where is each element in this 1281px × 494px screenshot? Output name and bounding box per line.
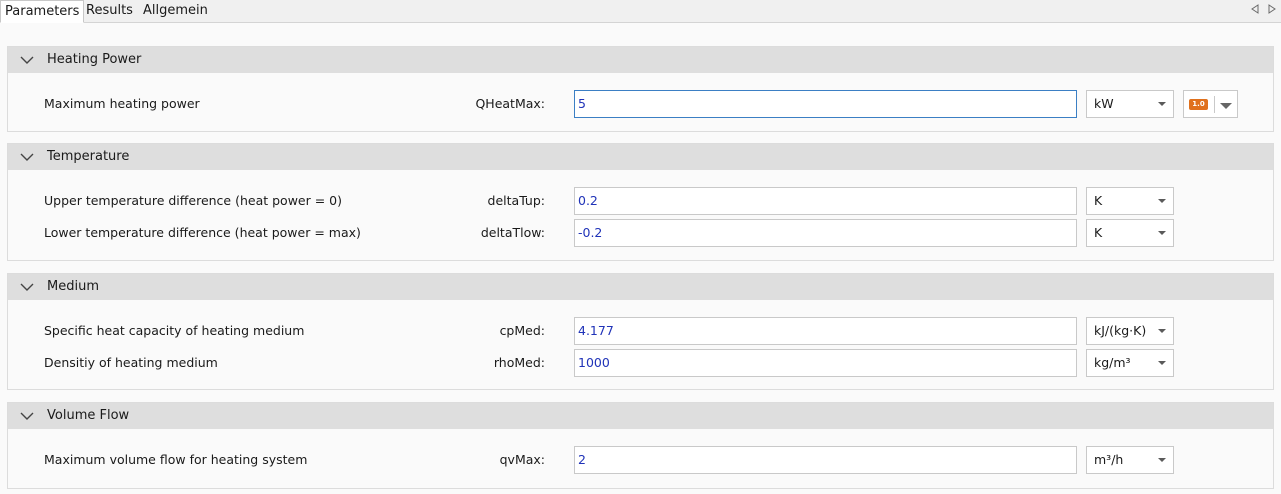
param-description: Maximum heating power bbox=[44, 96, 200, 111]
param-name: QHeatMax: bbox=[475, 96, 545, 111]
param-description: Maximum volume flow for heating system bbox=[44, 452, 308, 467]
group-title: Volume Flow bbox=[47, 408, 130, 423]
param-row-qvmax: Maximum volume flow for heating system q… bbox=[8, 446, 1273, 474]
parameters-panel: Heating Power Maximum heating power QHea… bbox=[0, 23, 1281, 494]
tab-bar: Parameters Results Allgemein bbox=[0, 0, 1281, 23]
dropdown-arrow-icon bbox=[1220, 103, 1232, 109]
param-row-rhomed: Densitiy of heating medium rhoMed: 1000 … bbox=[8, 349, 1273, 377]
unit-dropdown[interactable]: kW bbox=[1086, 90, 1174, 118]
value-input[interactable]: 2 bbox=[574, 446, 1077, 474]
unit-label: K bbox=[1094, 193, 1103, 208]
triangle-right-icon[interactable] bbox=[1267, 4, 1277, 16]
param-description: Upper temperature difference (heat power… bbox=[44, 193, 342, 208]
unit-dropdown[interactable]: kg/m³ bbox=[1086, 349, 1174, 377]
group-header[interactable]: Medium bbox=[8, 274, 1273, 300]
dropdown-arrow-icon bbox=[1158, 199, 1166, 203]
group-volume-flow: Volume Flow Maximum volume flow for heat… bbox=[7, 402, 1274, 489]
param-row-qheatmax: Maximum heating power QHeatMax: 5 kW 1.0 bbox=[8, 90, 1273, 118]
chevron-down-icon[interactable] bbox=[20, 282, 34, 292]
value-mode-dropdown[interactable]: 1.0 bbox=[1183, 90, 1238, 118]
unit-label: kg/m³ bbox=[1094, 355, 1131, 370]
value-input[interactable]: 0.2 bbox=[574, 187, 1077, 215]
constant-value-icon: 1.0 bbox=[1189, 99, 1208, 110]
chevron-down-icon[interactable] bbox=[20, 55, 34, 65]
unit-label: m³/h bbox=[1094, 452, 1124, 467]
param-name: deltaTlow: bbox=[480, 225, 545, 240]
group-title: Temperature bbox=[47, 149, 130, 164]
unit-label: kJ/(kg·K) bbox=[1094, 323, 1147, 338]
chevron-down-icon[interactable] bbox=[20, 411, 34, 421]
unit-label: K bbox=[1094, 225, 1103, 240]
dropdown-arrow-icon bbox=[1158, 458, 1166, 462]
param-description: Specific heat capacity of heating medium bbox=[44, 323, 305, 338]
group-heating-power: Heating Power Maximum heating power QHea… bbox=[7, 46, 1274, 132]
chevron-down-icon[interactable] bbox=[20, 152, 34, 162]
param-name: cpMed: bbox=[499, 323, 545, 338]
unit-dropdown[interactable]: K bbox=[1086, 219, 1174, 247]
value-input[interactable]: 5 bbox=[574, 90, 1077, 118]
unit-dropdown[interactable]: m³/h bbox=[1086, 446, 1174, 474]
group-title: Heating Power bbox=[47, 52, 142, 67]
group-temperature: Temperature Upper temperature difference… bbox=[7, 143, 1274, 261]
group-header[interactable]: Heating Power bbox=[8, 47, 1273, 73]
unit-label: kW bbox=[1094, 96, 1114, 111]
tab-parameters[interactable]: Parameters bbox=[0, 0, 85, 23]
param-name: qvMax: bbox=[499, 452, 545, 467]
divider bbox=[1214, 96, 1215, 113]
param-row-deltatlow: Lower temperature difference (heat power… bbox=[8, 219, 1273, 247]
group-medium: Medium Specific heat capacity of heating… bbox=[7, 273, 1274, 390]
unit-dropdown[interactable]: K bbox=[1086, 187, 1174, 215]
param-row-cpmed: Specific heat capacity of heating medium… bbox=[8, 317, 1273, 345]
param-name: rhoMed: bbox=[493, 355, 545, 370]
group-title: Medium bbox=[47, 279, 99, 294]
value-input[interactable]: 4.177 bbox=[574, 317, 1077, 345]
triangle-left-icon[interactable] bbox=[1250, 4, 1260, 16]
group-header[interactable]: Volume Flow bbox=[8, 403, 1273, 429]
param-description: Lower temperature difference (heat power… bbox=[44, 225, 361, 240]
unit-dropdown[interactable]: kJ/(kg·K) bbox=[1086, 317, 1174, 345]
tab-results[interactable]: Results bbox=[82, 0, 137, 23]
dropdown-arrow-icon bbox=[1158, 329, 1166, 333]
param-row-deltatup: Upper temperature difference (heat power… bbox=[8, 187, 1273, 215]
value-input[interactable]: 1000 bbox=[574, 349, 1077, 377]
value-input[interactable]: -0.2 bbox=[574, 219, 1077, 247]
tab-allgemein[interactable]: Allgemein bbox=[139, 0, 212, 23]
dropdown-arrow-icon bbox=[1158, 102, 1166, 106]
group-header[interactable]: Temperature bbox=[8, 144, 1273, 170]
param-description: Densitiy of heating medium bbox=[44, 355, 218, 370]
dropdown-arrow-icon bbox=[1158, 361, 1166, 365]
param-name: deltaTup: bbox=[487, 193, 545, 208]
dropdown-arrow-icon bbox=[1158, 231, 1166, 235]
